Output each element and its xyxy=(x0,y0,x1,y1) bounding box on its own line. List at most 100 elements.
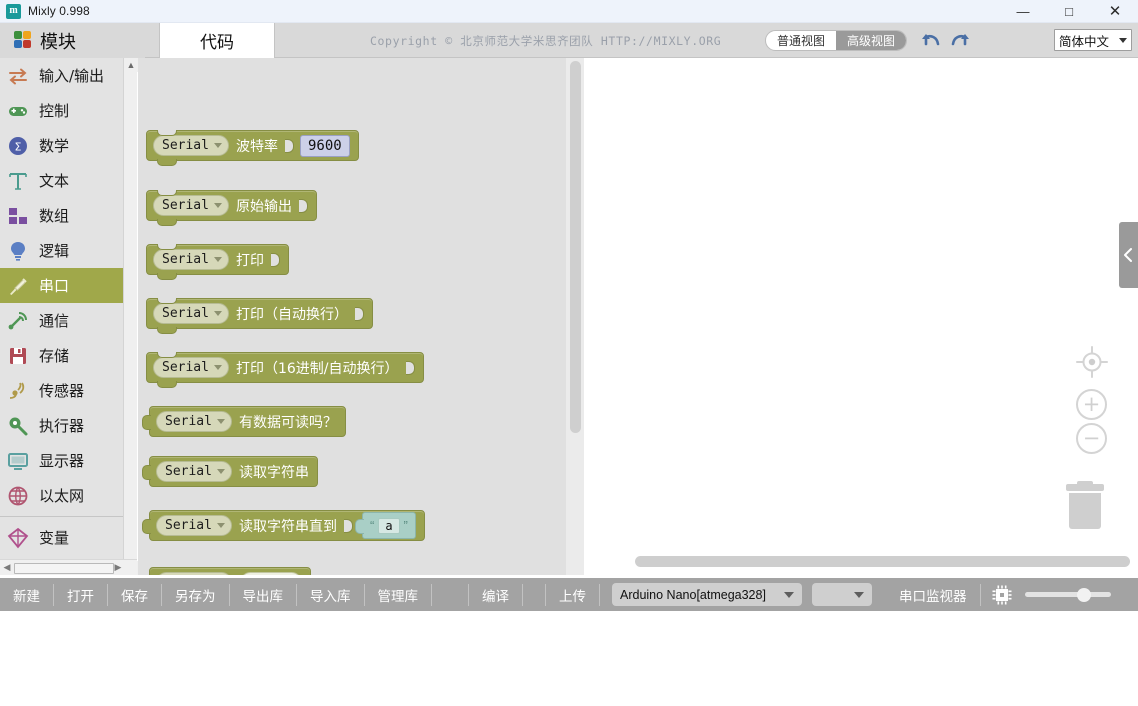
redo-icon[interactable] xyxy=(949,31,971,51)
block-body[interactable]: Serial 原始输出 xyxy=(146,190,317,226)
view-advanced-button[interactable]: 高级视图 xyxy=(835,31,906,50)
toolbox-collapse-handle[interactable] xyxy=(1119,222,1138,288)
view-normal-button[interactable]: 普通视图 xyxy=(766,31,836,50)
chevron-left-icon xyxy=(1124,248,1132,262)
sidebar-item-math[interactable]: Σ 数学 xyxy=(0,128,136,163)
block-body[interactable]: Serial 打印 xyxy=(146,244,289,280)
new-button[interactable]: 新建 xyxy=(0,578,53,611)
serial-port-dropdown[interactable]: Serial xyxy=(156,411,232,432)
flyout-scrollbar[interactable] xyxy=(566,58,584,575)
serial-port-value: Serial xyxy=(162,138,209,153)
sidebar-item-control[interactable]: 控制 xyxy=(0,93,136,128)
board-select[interactable]: Arduino Nano[atmega328] xyxy=(612,583,802,606)
serial-port-value: Serial xyxy=(165,464,212,479)
sidebar-hscroll-thumb[interactable] xyxy=(14,563,114,574)
serial-read-string-until-block[interactable]: Serial 读取字符串直到 “a” xyxy=(142,510,425,541)
save-button[interactable]: 保存 xyxy=(108,578,161,611)
string-value-field[interactable]: a xyxy=(378,517,400,534)
block-body[interactable]: Serial 打印（16进制/自动换行） xyxy=(146,352,424,388)
serial-println-hex-block[interactable]: Serial 打印（16进制/自动换行） xyxy=(146,352,424,388)
serial-port-dropdown[interactable]: Serial xyxy=(156,572,232,575)
chevron-down-icon xyxy=(216,469,225,474)
serial-port-value: Serial xyxy=(165,414,212,429)
zoom-out-button[interactable]: − xyxy=(1076,423,1107,454)
serial-port-dropdown[interactable]: Serial xyxy=(153,303,229,324)
sidebar-item-logic[interactable]: 逻辑 xyxy=(0,233,136,268)
view-toggle[interactable]: 普通视图 高级视图 xyxy=(764,30,907,51)
serial-port-dropdown[interactable]: Serial xyxy=(153,195,229,216)
sidebar-item-display[interactable]: 显示器 xyxy=(0,443,136,478)
sidebar-item-sensor[interactable]: 传感器 xyxy=(0,373,136,408)
manage-lib-button[interactable]: 管理库 xyxy=(365,578,432,611)
upload-button[interactable]: 上传 xyxy=(546,578,599,611)
tab-code[interactable]: 代码 xyxy=(159,23,275,58)
serial-read-string-block[interactable]: Serial 读取字符串 xyxy=(142,456,318,487)
serial-read-block[interactable]: Serial read xyxy=(142,567,312,575)
chip-icon[interactable] xyxy=(991,584,1013,606)
serial-port-dropdown[interactable]: Serial xyxy=(153,357,229,378)
zoom-slider[interactable] xyxy=(1024,584,1111,606)
sidebar-separator xyxy=(0,516,136,517)
sidebar-item-label: 变量 xyxy=(39,529,70,547)
scroll-right-icon[interactable]: ▶ xyxy=(111,562,125,573)
save-as-button[interactable]: 另存为 xyxy=(162,578,229,611)
block-label: 读取字符串直到 xyxy=(238,518,337,535)
serial-write-block[interactable]: Serial 原始输出 xyxy=(146,190,317,226)
serial-port-dropdown[interactable]: Serial xyxy=(156,515,232,536)
port-select[interactable] xyxy=(812,583,872,606)
minimize-button[interactable]: — xyxy=(1000,0,1046,23)
sidebar-item-label: 逻辑 xyxy=(39,242,70,260)
scroll-left-icon[interactable]: ◀ xyxy=(0,562,14,573)
tab-modules[interactable]: 模块 xyxy=(0,23,145,58)
sidebar-item-array[interactable]: 数组 xyxy=(0,198,136,233)
serial-available-block[interactable]: Serial 有数据可读吗？ xyxy=(142,406,346,437)
serial-print-block[interactable]: Serial 打印 xyxy=(146,244,289,280)
serial-monitor-button[interactable]: 串口监视器 xyxy=(886,578,980,611)
sidebar-hscrollbar[interactable]: ◀ ▶ xyxy=(0,559,137,575)
window-bottom-filler xyxy=(0,611,1138,706)
serial-port-dropdown[interactable]: Serial xyxy=(153,135,229,156)
block-body[interactable]: Serial 读取字符串 xyxy=(142,456,318,487)
sidebar-item-actuator[interactable]: 执行器 xyxy=(0,408,136,443)
trash-can-icon[interactable] xyxy=(1064,481,1106,530)
undo-icon[interactable] xyxy=(920,31,942,51)
text-t-icon xyxy=(7,170,29,192)
import-lib-button[interactable]: 导入库 xyxy=(297,578,364,611)
sidebar-item-variable[interactable]: 变量 xyxy=(0,520,136,555)
read-mode-dropdown[interactable]: read xyxy=(239,572,303,575)
string-literal-block[interactable]: “a” xyxy=(354,512,416,539)
plug-icon xyxy=(7,275,29,297)
blockly-workspace[interactable] xyxy=(584,58,1138,575)
sidebar-item-ethernet[interactable]: 以太网 xyxy=(0,478,136,513)
center-workspace-button[interactable] xyxy=(1076,346,1108,383)
block-body[interactable]: Serial read xyxy=(149,567,312,575)
sidebar-item-storage[interactable]: 存储 xyxy=(0,338,136,373)
block-flyout[interactable]: Serial 波特率 9600 Serial 原始输出 Serial 打印 Serial 打印（… xyxy=(138,58,583,575)
block-body[interactable]: Serial 有数据可读吗？ xyxy=(142,406,346,437)
block-body[interactable]: Serial 打印（自动换行） xyxy=(146,298,373,334)
baud-rate-field[interactable]: 9600 xyxy=(299,134,350,157)
zoom-in-button[interactable]: + xyxy=(1076,389,1107,420)
sidebar-item-communication[interactable]: 通信 xyxy=(0,303,136,338)
workspace-hscrollbar[interactable] xyxy=(635,556,1130,567)
compile-button[interactable]: 编译 xyxy=(469,578,522,611)
block-body[interactable]: Serial 波特率 9600 xyxy=(146,130,359,166)
sidebar-item-serial[interactable]: 串口 xyxy=(0,268,136,303)
serial-begin-block[interactable]: Serial 波特率 9600 xyxy=(146,130,359,166)
serial-port-dropdown[interactable]: Serial xyxy=(153,249,229,270)
sidebar-item-input-output[interactable]: 输入/输出 xyxy=(0,58,136,93)
close-button[interactable]: ✕ xyxy=(1092,0,1138,23)
flyout-scroll-thumb[interactable] xyxy=(570,61,581,433)
export-lib-button[interactable]: 导出库 xyxy=(230,578,297,611)
serial-port-dropdown[interactable]: Serial xyxy=(156,461,232,482)
slider-knob[interactable] xyxy=(1076,587,1091,602)
category-sidebar[interactable]: 输入/输出 控制 Σ 数学 文本 数组逻辑串口 通信 存储 传感器 执行器 显示器 以太网变量 xyxy=(0,58,137,575)
serial-println-block[interactable]: Serial 打印（自动换行） xyxy=(146,298,373,334)
scroll-up-icon[interactable]: ▲ xyxy=(124,58,138,72)
open-button[interactable]: 打开 xyxy=(54,578,107,611)
sidebar-item-text[interactable]: 文本 xyxy=(0,163,136,198)
maximize-button[interactable]: □ xyxy=(1046,0,1092,23)
language-select[interactable]: 简体中文 xyxy=(1054,29,1132,51)
block-body[interactable]: Serial 读取字符串直到 “a” xyxy=(142,510,425,541)
sidebar-vscrollbar[interactable]: ▲ ▼ xyxy=(123,58,138,575)
